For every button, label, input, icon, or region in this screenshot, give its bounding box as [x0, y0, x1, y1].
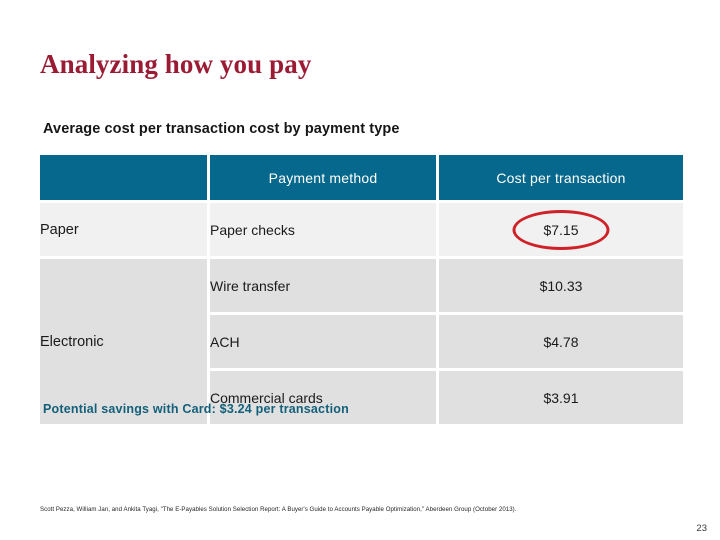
cost-cell-wire-transfer: $10.33 — [439, 256, 683, 312]
method-cell-wire-transfer: Wire transfer — [210, 256, 439, 312]
page-number: 23 — [696, 523, 707, 534]
source-footnote: Scott Pezza, William Jan, and Ankita Tya… — [40, 506, 517, 513]
cost-cell-ach: $4.78 — [439, 312, 683, 368]
slide-canvas: Analyzing how you pay Average cost per t… — [0, 0, 720, 540]
page-title: Analyzing how you pay — [40, 49, 312, 80]
cost-cell-commercial-cards: $3.91 — [439, 368, 683, 424]
category-cell-electronic: Electronic — [40, 256, 210, 424]
table-row: Paper Paper checks $7.15 — [40, 200, 683, 256]
cost-value-paper-checks: $7.15 — [543, 221, 579, 238]
method-cell-ach: ACH — [210, 312, 439, 368]
table-header-row: Payment method Cost per transaction — [40, 155, 683, 200]
table-row: Electronic Wire transfer $10.33 — [40, 256, 683, 424]
cost-per-transaction-table: Payment method Cost per transaction Pape… — [40, 155, 683, 424]
column-header-category — [40, 155, 210, 200]
column-header-payment-method: Payment method — [210, 155, 439, 200]
method-cell-paper-checks: Paper checks — [210, 200, 439, 256]
table-subtitle: Average cost per transaction cost by pay… — [43, 121, 400, 137]
category-cell-paper: Paper — [40, 200, 210, 256]
potential-savings-note: Potential savings with Card: $3.24 per t… — [43, 402, 349, 416]
column-header-cost-per-transaction: Cost per transaction — [439, 155, 683, 200]
cost-cell-paper-checks: $7.15 — [439, 200, 683, 256]
